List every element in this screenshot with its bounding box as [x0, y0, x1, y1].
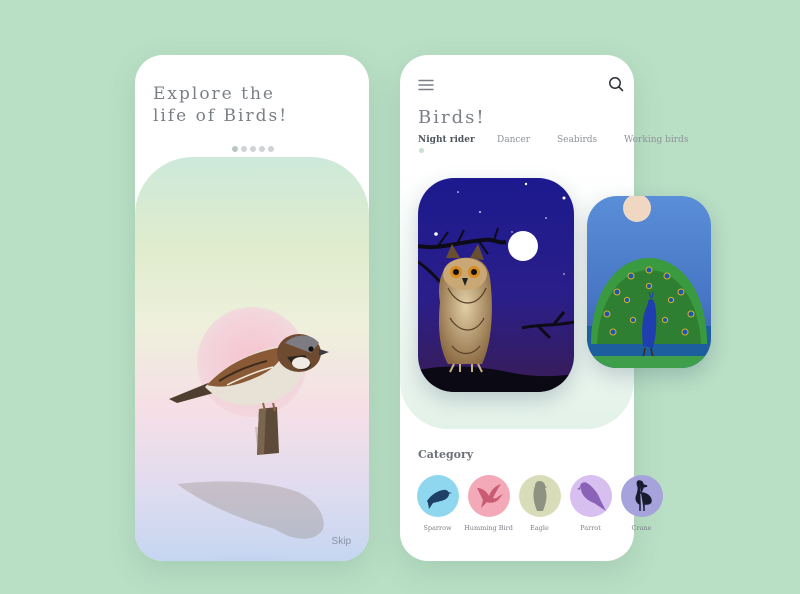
skip-link[interactable]: Skip [332, 536, 351, 547]
category-crane-circle [620, 475, 663, 517]
peacock-illustration [587, 196, 711, 368]
category-humming-bird-circle [467, 475, 510, 517]
carousel-dots [232, 146, 274, 152]
sparrow-icon [426, 489, 452, 509]
category-crane[interactable]: Crane [619, 475, 664, 532]
sparrow-illustration [169, 334, 329, 539]
category-list: Sparrow Humming Bird Eagle Parrot Crane [415, 475, 664, 532]
search-icon[interactable] [608, 76, 624, 92]
category-eagle-circle [518, 475, 561, 517]
peacock-card[interactable] [587, 196, 711, 368]
category-parrot-circle [569, 475, 612, 517]
hummingbird-icon [476, 484, 503, 508]
intro-title-line-1: Explore the [153, 84, 275, 104]
tab-seabirds[interactable]: Seabirds [557, 135, 597, 145]
category-label: Humming Bird [464, 524, 513, 532]
category-humming-bird[interactable]: Humming Bird [464, 475, 513, 532]
category-heading: Category [418, 448, 474, 461]
eagle-icon [533, 481, 547, 511]
owl-card[interactable] [418, 178, 574, 392]
parrot-icon [576, 482, 606, 511]
crane-icon [634, 480, 652, 511]
carousel-dot[interactable] [268, 146, 274, 152]
category-label: Parrot [580, 524, 601, 532]
tab-dancer[interactable]: Dancer [497, 135, 530, 145]
intro-title-line-2: life of Birds! [153, 106, 289, 126]
carousel-dot[interactable] [259, 146, 265, 152]
menu-icon[interactable] [418, 79, 434, 91]
carousel-dot[interactable] [232, 146, 238, 152]
hero-illustration: Skip [135, 157, 369, 561]
category-label: Crane [631, 524, 652, 532]
page-title: Birds! [418, 107, 486, 128]
intro-screen: Explore the life of Birds! Skip [135, 55, 369, 561]
category-sparrow[interactable]: Sparrow [415, 475, 460, 532]
carousel-dot[interactable] [241, 146, 247, 152]
category-label: Eagle [530, 524, 549, 532]
active-tab-indicator [419, 148, 424, 153]
owl-illustration [418, 178, 574, 392]
category-parrot[interactable]: Parrot [568, 475, 613, 532]
category-label: Sparrow [423, 524, 452, 532]
bird-type-tabs: Night rider Dancer Seabirds Working bird… [418, 135, 700, 159]
category-sparrow-circle [416, 475, 459, 517]
tab-working-birds[interactable]: Working birds [624, 135, 688, 145]
carousel-dot[interactable] [250, 146, 256, 152]
intro-title: Explore the life of Birds! [153, 83, 353, 127]
tab-night-rider[interactable]: Night rider [418, 135, 475, 145]
category-eagle[interactable]: Eagle [517, 475, 562, 532]
